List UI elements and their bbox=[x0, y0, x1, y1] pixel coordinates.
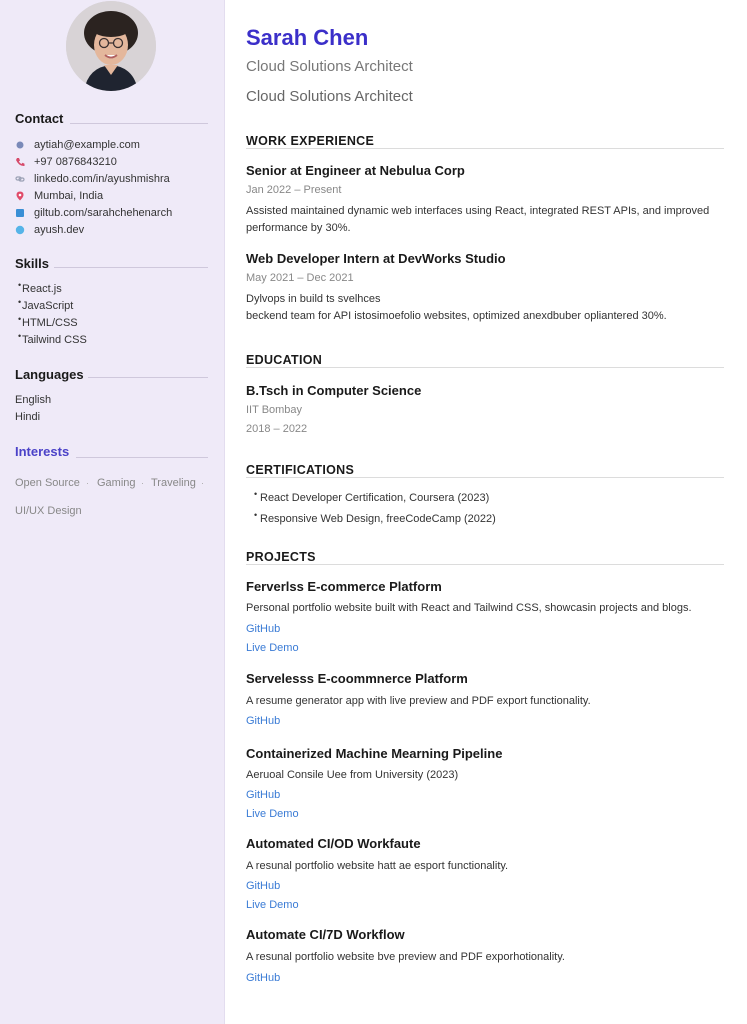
project-4-demo-link[interactable]: Live Demo bbox=[246, 899, 299, 911]
job-desc-2-line1: Dylvops in build ts svelhces bbox=[246, 293, 381, 305]
interest-separator: · bbox=[201, 478, 204, 488]
skills-heading: Skills bbox=[15, 256, 49, 271]
job-desc-1: Assisted maintained dynamic web interfac… bbox=[246, 205, 710, 234]
language-item: Hindi bbox=[15, 411, 41, 423]
interest-separator: · bbox=[141, 478, 144, 488]
contact-github-text: giltub.com/sarahchehenarch bbox=[34, 206, 173, 219]
project-3-github-link[interactable]: GitHub bbox=[246, 789, 280, 801]
interest-separator: · bbox=[86, 478, 89, 488]
skill-item: Tailwind CSS bbox=[18, 331, 87, 346]
avatar bbox=[66, 1, 156, 91]
project-title-5: Automate CI/7D Workflow bbox=[246, 927, 405, 942]
project-title-2: Servelesss E-coommnerce Platform bbox=[246, 671, 468, 686]
phone-icon bbox=[15, 157, 25, 167]
project-title-4: Automated CI/OD Workfaute bbox=[246, 836, 421, 851]
contact-email[interactable]: aytiah@example.com bbox=[15, 137, 140, 152]
contact-location-text: Mumbai, India bbox=[34, 189, 104, 202]
job-dates-1: Jan 2022 – Present bbox=[246, 184, 342, 196]
job-title: Cloud Solutions Architect bbox=[246, 58, 413, 75]
job-title-secondary: Cloud Solutions Architect bbox=[246, 88, 413, 105]
skill-item: React.js bbox=[18, 280, 62, 295]
work-heading: WORK EXPERIENCE bbox=[246, 134, 381, 148]
interest-item: Gaming bbox=[97, 477, 136, 489]
education-years: 2018 – 2022 bbox=[246, 423, 308, 435]
interest-item: Traveling bbox=[151, 477, 196, 489]
project-desc-3: Aeruoal Consile Uee from University (202… bbox=[246, 769, 459, 781]
skill-item: HTML/CSS bbox=[18, 314, 78, 329]
certification-item: React Developer Certification, Coursera … bbox=[254, 489, 489, 504]
education-divider bbox=[246, 367, 724, 368]
profile-photo bbox=[66, 1, 156, 91]
resume-main: Sarah Chen Cloud Solutions Architect Clo… bbox=[224, 0, 747, 1024]
sidebar: Contact aytiah@example.com +97 087684321… bbox=[0, 0, 225, 1024]
interest-item: UI/UX Design bbox=[15, 505, 82, 517]
skill-item: JavaScript bbox=[18, 297, 73, 312]
school: IIT Bombay bbox=[246, 404, 303, 416]
project-desc-5: A resunal portfolio website bve preview … bbox=[246, 951, 565, 963]
contact-github[interactable]: giltub.com/sarahchehenarch bbox=[15, 205, 172, 220]
project-desc-2: A resume generator app with live preview… bbox=[246, 695, 591, 707]
project-title-1: Ferverlss E-commerce Platform bbox=[246, 579, 442, 594]
certification-item: Responsive Web Design, freeCodeCamp (202… bbox=[254, 510, 496, 525]
job-desc-2-line2: beckend team for API istosimoefolio webs… bbox=[246, 310, 667, 322]
job-title-2: Web Developer Intern at DevWorks Studio bbox=[246, 251, 506, 266]
contact-website[interactable]: ayush.dev bbox=[15, 222, 84, 237]
degree: B.Tsch in Computer Science bbox=[246, 383, 422, 398]
project-desc-1: Personal portfolio website built with Re… bbox=[246, 602, 692, 614]
project-1-demo-link[interactable]: Live Demo bbox=[246, 642, 299, 654]
project-1-github-link[interactable]: GitHub bbox=[246, 623, 280, 635]
job-dates-2: May 2021 – Dec 2021 bbox=[246, 272, 354, 284]
contact-divider bbox=[70, 123, 208, 124]
contact-phone[interactable]: +97 0876843210 bbox=[15, 154, 117, 169]
project-2-github-link[interactable]: GitHub bbox=[246, 715, 280, 727]
work-divider bbox=[246, 148, 724, 149]
skills-divider bbox=[54, 267, 208, 268]
projects-heading: PROJECTS bbox=[246, 550, 322, 564]
globe-icon bbox=[15, 225, 25, 235]
languages-divider bbox=[88, 377, 208, 378]
interests-divider bbox=[76, 457, 208, 458]
project-3-demo-link[interactable]: Live Demo bbox=[246, 808, 299, 820]
interest-item: Open Source bbox=[15, 477, 80, 489]
contact-website-text: ayush.dev bbox=[34, 223, 85, 236]
contact-phone-text: +97 0876843210 bbox=[34, 155, 117, 168]
link-icon bbox=[15, 174, 25, 184]
location-pin-icon bbox=[15, 191, 25, 201]
contact-linkedin[interactable]: linkedo.com/in/ayushmishra bbox=[15, 171, 170, 186]
github-icon bbox=[15, 208, 25, 218]
projects-divider bbox=[246, 564, 724, 565]
language-item: English bbox=[15, 394, 52, 406]
education-heading: EDUCATION bbox=[246, 353, 329, 367]
job-title-1: Senior at Engineer at Nebulua Corp bbox=[246, 163, 465, 178]
contact-email-text: aytiah@example.com bbox=[34, 138, 140, 151]
certifications-heading: CERTIFICATIONS bbox=[246, 463, 361, 477]
candidate-name: Sarah Chen bbox=[246, 25, 369, 50]
interests-heading: Interests bbox=[15, 444, 70, 459]
project-title-3: Containerized Machine Mearning Pipeline bbox=[246, 746, 503, 761]
project-desc-4: A resunal portfolio website hatt ae espo… bbox=[246, 860, 509, 872]
contact-linkedin-text: linkedo.com/in/ayushmishra bbox=[34, 172, 170, 185]
languages-heading: Languages bbox=[15, 367, 84, 382]
email-icon bbox=[15, 140, 25, 150]
project-5-github-link[interactable]: GitHub bbox=[246, 972, 280, 984]
certifications-divider bbox=[246, 477, 724, 478]
contact-heading: Contact bbox=[15, 111, 64, 126]
project-4-github-link[interactable]: GitHub bbox=[246, 880, 280, 892]
contact-location: Mumbai, India bbox=[15, 188, 103, 203]
